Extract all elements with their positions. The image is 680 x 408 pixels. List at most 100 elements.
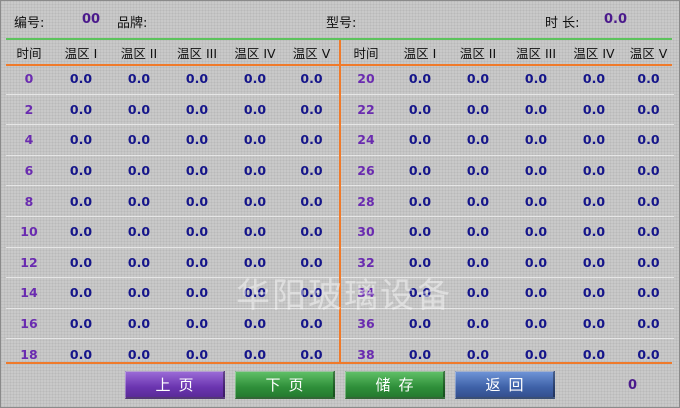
temperature-cell[interactable]: 0.0: [168, 124, 226, 156]
temperature-cell[interactable]: 0.0: [507, 185, 565, 217]
temperature-cell[interactable]: 0.0: [391, 308, 449, 340]
temperature-cell[interactable]: 0.0: [391, 124, 449, 156]
temperature-cell[interactable]: 0.0: [284, 247, 339, 279]
temperature-cell[interactable]: 0.0: [110, 277, 168, 309]
temperature-cell[interactable]: 0.0: [168, 308, 226, 340]
temperature-cell[interactable]: 0.0: [507, 339, 565, 369]
temperature-cell[interactable]: 0.0: [110, 339, 168, 369]
temperature-cell[interactable]: 0.0: [565, 64, 623, 95]
temperature-cell[interactable]: 0.0: [110, 185, 168, 217]
temperature-cell[interactable]: 0.0: [449, 339, 507, 369]
temperature-cell[interactable]: 0.0: [449, 247, 507, 279]
temperature-cell[interactable]: 0.0: [449, 155, 507, 187]
prev-page-button[interactable]: 上页: [125, 371, 225, 399]
temperature-cell[interactable]: 0.0: [226, 185, 284, 217]
temperature-cell[interactable]: 0.0: [449, 277, 507, 309]
temperature-cell[interactable]: 0.0: [565, 124, 623, 156]
temperature-cell[interactable]: 0.0: [168, 339, 226, 369]
temperature-cell[interactable]: 0.0: [449, 124, 507, 156]
temperature-cell[interactable]: 0.0: [623, 155, 674, 187]
temperature-cell[interactable]: 0.0: [168, 94, 226, 126]
temperature-cell[interactable]: 0.0: [507, 247, 565, 279]
temperature-cell[interactable]: 0.0: [391, 155, 449, 187]
temperature-cell[interactable]: 0.0: [623, 277, 674, 309]
temperature-cell[interactable]: 0.0: [226, 277, 284, 309]
temperature-cell[interactable]: 0.0: [565, 339, 623, 369]
temperature-cell[interactable]: 0.0: [226, 308, 284, 340]
temperature-cell[interactable]: 0.0: [168, 64, 226, 95]
temperature-cell[interactable]: 0.0: [226, 64, 284, 95]
temperature-cell[interactable]: 0.0: [507, 277, 565, 309]
temperature-cell[interactable]: 0.0: [391, 339, 449, 369]
temperature-cell[interactable]: 0.0: [391, 216, 449, 248]
temperature-cell[interactable]: 0.0: [623, 64, 674, 95]
temperature-cell[interactable]: 0.0: [110, 247, 168, 279]
temperature-cell[interactable]: 0.0: [391, 94, 449, 126]
temperature-cell[interactable]: 0.0: [52, 64, 110, 95]
temperature-cell[interactable]: 0.0: [110, 308, 168, 340]
temperature-cell[interactable]: 0.0: [110, 155, 168, 187]
temperature-cell[interactable]: 0.0: [226, 339, 284, 369]
temperature-cell[interactable]: 0.0: [168, 277, 226, 309]
save-button[interactable]: 储存: [345, 371, 445, 399]
temperature-cell[interactable]: 0.0: [565, 155, 623, 187]
temperature-cell[interactable]: 0.0: [52, 216, 110, 248]
temperature-cell[interactable]: 0.0: [507, 155, 565, 187]
temperature-cell[interactable]: 0.0: [391, 185, 449, 217]
temperature-cell[interactable]: 0.0: [110, 216, 168, 248]
temperature-cell[interactable]: 0.0: [623, 94, 674, 126]
temperature-cell[interactable]: 0.0: [449, 308, 507, 340]
temperature-cell[interactable]: 0.0: [168, 185, 226, 217]
back-button[interactable]: 返回: [455, 371, 555, 399]
temperature-cell[interactable]: 0.0: [284, 277, 339, 309]
temperature-cell[interactable]: 0.0: [284, 94, 339, 126]
temperature-cell[interactable]: 0.0: [565, 308, 623, 340]
temperature-cell[interactable]: 0.0: [226, 94, 284, 126]
temperature-cell[interactable]: 0.0: [110, 64, 168, 95]
temperature-cell[interactable]: 0.0: [623, 124, 674, 156]
temperature-cell[interactable]: 0.0: [449, 64, 507, 95]
temperature-cell[interactable]: 0.0: [565, 247, 623, 279]
temperature-cell[interactable]: 0.0: [52, 155, 110, 187]
temperature-cell[interactable]: 0.0: [284, 339, 339, 369]
next-page-button[interactable]: 下页: [235, 371, 335, 399]
temperature-cell[interactable]: 0.0: [226, 124, 284, 156]
temperature-cell[interactable]: 0.0: [284, 216, 339, 248]
temperature-cell[interactable]: 0.0: [565, 216, 623, 248]
temperature-cell[interactable]: 0.0: [226, 155, 284, 187]
temperature-cell[interactable]: 0.0: [623, 185, 674, 217]
temperature-cell[interactable]: 0.0: [52, 277, 110, 309]
temperature-cell[interactable]: 0.0: [52, 247, 110, 279]
temperature-cell[interactable]: 0.0: [507, 64, 565, 95]
temperature-cell[interactable]: 0.0: [284, 64, 339, 95]
temperature-cell[interactable]: 0.0: [507, 94, 565, 126]
temperature-cell[interactable]: 0.0: [391, 277, 449, 309]
temperature-cell[interactable]: 0.0: [565, 94, 623, 126]
temperature-cell[interactable]: 0.0: [110, 124, 168, 156]
temperature-cell[interactable]: 0.0: [623, 247, 674, 279]
temperature-cell[interactable]: 0.0: [507, 124, 565, 156]
temperature-cell[interactable]: 0.0: [168, 155, 226, 187]
temperature-cell[interactable]: 0.0: [168, 247, 226, 279]
temperature-cell[interactable]: 0.0: [52, 124, 110, 156]
temperature-cell[interactable]: 0.0: [565, 185, 623, 217]
temperature-cell[interactable]: 0.0: [391, 64, 449, 95]
temperature-cell[interactable]: 0.0: [507, 216, 565, 248]
temperature-cell[interactable]: 0.0: [449, 94, 507, 126]
temperature-cell[interactable]: 0.0: [623, 308, 674, 340]
temperature-cell[interactable]: 0.0: [623, 216, 674, 248]
temperature-cell[interactable]: 0.0: [284, 124, 339, 156]
temperature-cell[interactable]: 0.0: [110, 94, 168, 126]
temperature-cell[interactable]: 0.0: [52, 185, 110, 217]
temperature-cell[interactable]: 0.0: [52, 308, 110, 340]
temperature-cell[interactable]: 0.0: [449, 216, 507, 248]
temperature-cell[interactable]: 0.0: [391, 247, 449, 279]
temperature-cell[interactable]: 0.0: [565, 277, 623, 309]
temperature-cell[interactable]: 0.0: [284, 155, 339, 187]
temperature-cell[interactable]: 0.0: [284, 185, 339, 217]
temperature-cell[interactable]: 0.0: [623, 339, 674, 369]
temperature-cell[interactable]: 0.0: [507, 308, 565, 340]
temperature-cell[interactable]: 0.0: [284, 308, 339, 340]
temperature-cell[interactable]: 0.0: [52, 94, 110, 126]
temperature-cell[interactable]: 0.0: [449, 185, 507, 217]
